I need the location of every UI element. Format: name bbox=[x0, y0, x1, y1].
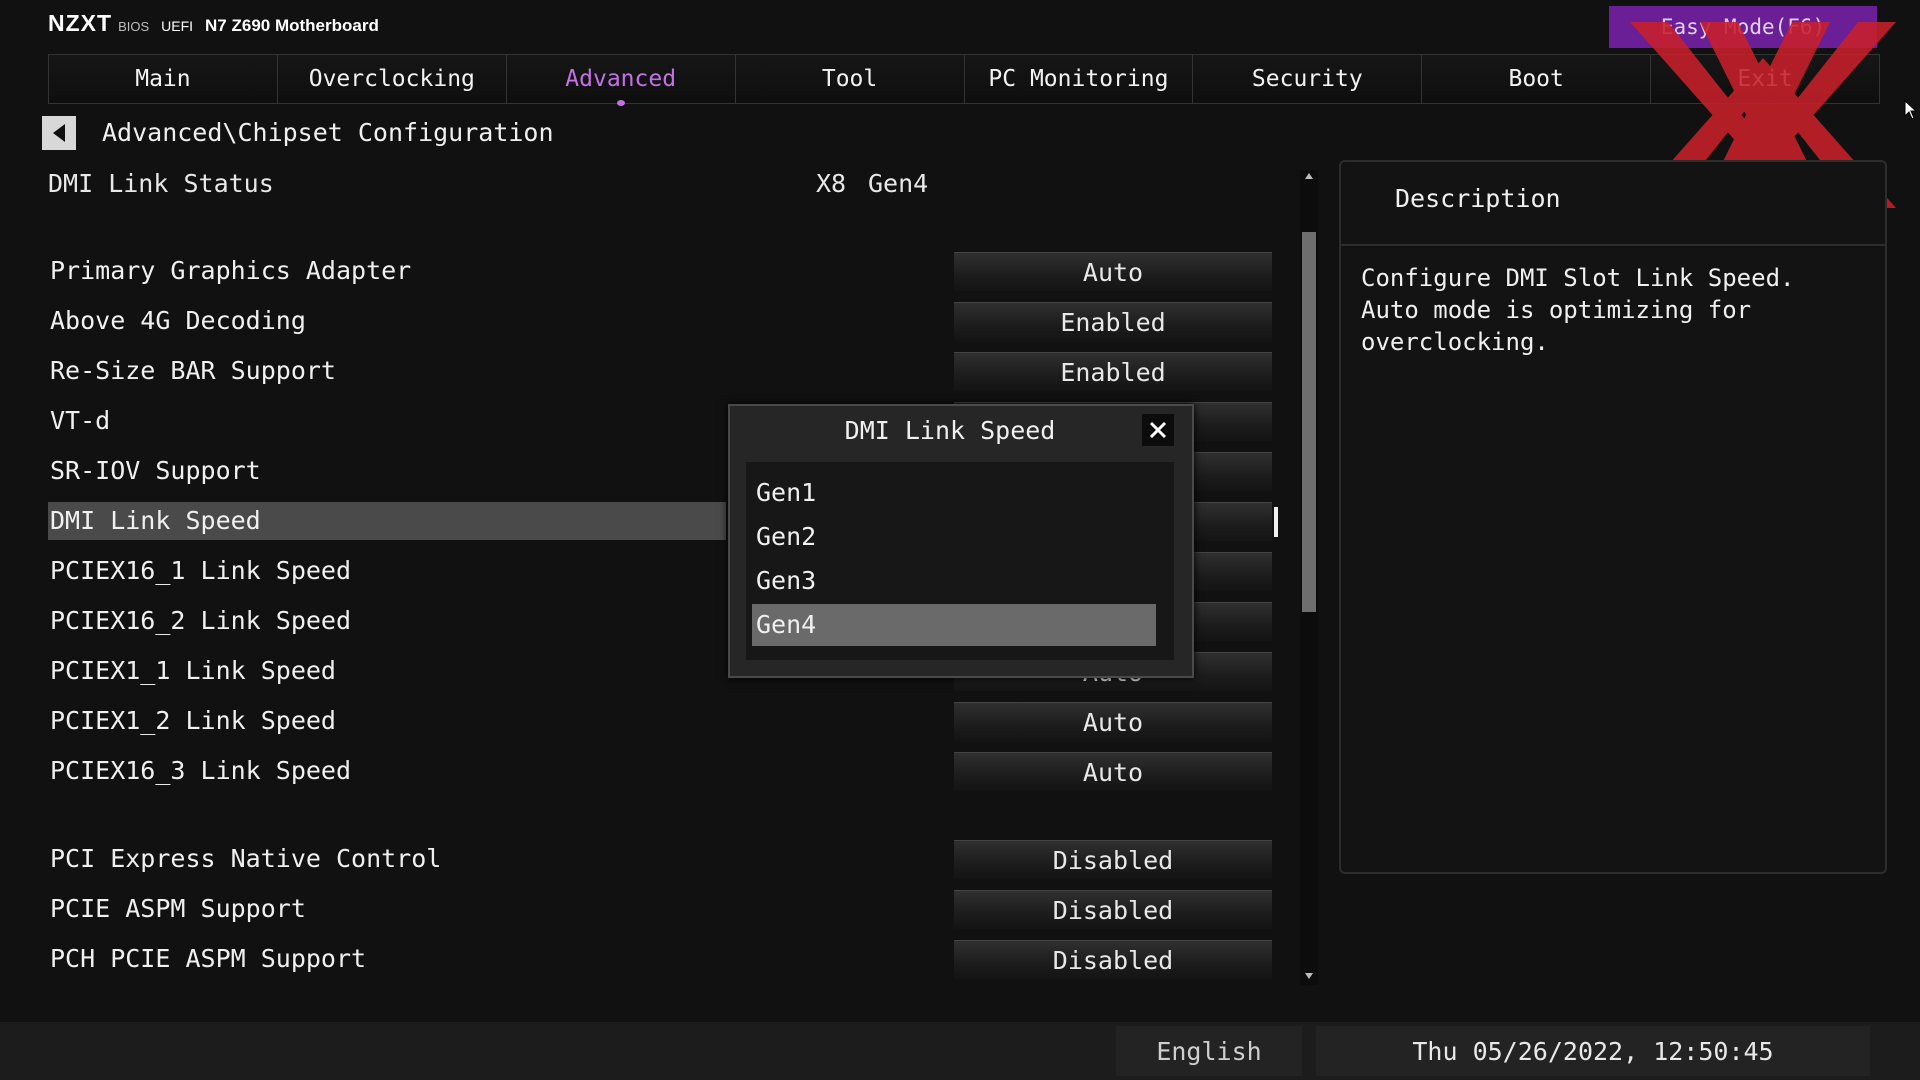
popup-option-gen4[interactable]: Gen4 bbox=[752, 604, 1156, 646]
dmi-link-speed-popup: DMI Link Speed Gen1 Gen2 Gen3 Gen4 bbox=[728, 404, 1194, 678]
board-name: N7 Z690 Motherboard bbox=[205, 16, 379, 35]
setting-label[interactable]: PCIEX1_2 Link Speed bbox=[48, 702, 336, 740]
setting-value-button[interactable]: Enabled bbox=[954, 302, 1272, 341]
datetime-display: Thu 05/26/2022, 12:50:45 bbox=[1316, 1026, 1870, 1076]
setting-value-button[interactable]: Auto bbox=[954, 252, 1272, 291]
tab-overclocking[interactable]: Overclocking bbox=[276, 54, 506, 104]
tab-pc-monitoring[interactable]: PC Monitoring bbox=[963, 54, 1193, 104]
scroll-down-icon[interactable] bbox=[1303, 970, 1315, 982]
setting-label[interactable]: Re-Size BAR Support bbox=[48, 352, 336, 390]
setting-label[interactable]: PCIEX16_2 Link Speed bbox=[48, 602, 351, 640]
setting-label[interactable]: PCH PCIE ASPM Support bbox=[48, 940, 366, 978]
uefi-label: UEFI bbox=[161, 18, 194, 34]
language-selector[interactable]: English bbox=[1116, 1026, 1302, 1076]
bios-screen: NZXT BIOS UEFI N7 Z690 Motherboard Easy … bbox=[0, 0, 1920, 1080]
setting-value-button[interactable]: Disabled bbox=[954, 840, 1272, 879]
setting-label[interactable]: PCIE ASPM Support bbox=[48, 890, 306, 928]
back-button[interactable] bbox=[42, 116, 76, 150]
setting-label[interactable]: PCIEX16_1 Link Speed bbox=[48, 552, 351, 590]
popup-option-gen2[interactable]: Gen2 bbox=[752, 516, 1156, 558]
tab-boot[interactable]: Boot bbox=[1421, 54, 1651, 104]
close-icon bbox=[1149, 421, 1167, 439]
tab-exit[interactable]: Exit bbox=[1650, 54, 1880, 104]
dmi-link-width: X8 bbox=[816, 169, 847, 198]
setting-value-button[interactable]: Auto bbox=[954, 702, 1272, 741]
setting-value-button[interactable]: Disabled bbox=[954, 890, 1272, 929]
tab-tool[interactable]: Tool bbox=[734, 54, 964, 104]
setting-value-button[interactable]: Disabled bbox=[954, 940, 1272, 979]
nzxt-logo: NZXT bbox=[48, 10, 113, 36]
bios-label: BIOS bbox=[118, 19, 150, 34]
brand-header: NZXT BIOS UEFI N7 Z690 Motherboard bbox=[48, 10, 379, 42]
scrollbar-thumb[interactable] bbox=[1302, 232, 1316, 612]
breadcrumb: Advanced\Chipset Configuration bbox=[102, 118, 554, 147]
dmi-link-gen: Gen4 bbox=[868, 169, 929, 198]
setting-label-selected[interactable]: DMI Link Speed bbox=[48, 502, 726, 540]
setting-label[interactable]: PCIEX16_3 Link Speed bbox=[48, 752, 351, 790]
setting-label[interactable]: Above 4G Decoding bbox=[48, 302, 306, 340]
popup-option-gen1[interactable]: Gen1 bbox=[752, 472, 1156, 514]
popup-option-gen3[interactable]: Gen3 bbox=[752, 560, 1156, 602]
close-button[interactable] bbox=[1142, 414, 1174, 446]
scroll-up-icon[interactable] bbox=[1303, 170, 1315, 182]
dmi-link-status-label: DMI Link Status bbox=[48, 169, 274, 198]
setting-label[interactable]: PCI Express Native Control bbox=[48, 840, 441, 878]
setting-label[interactable]: SR-IOV Support bbox=[48, 452, 261, 490]
tab-advanced[interactable]: Advanced bbox=[505, 54, 735, 106]
main-tabs: Main Overclocking Advanced Tool PC Monit… bbox=[48, 54, 1880, 106]
popup-option-list: Gen1 Gen2 Gen3 Gen4 bbox=[746, 462, 1174, 660]
description-title: Description bbox=[1395, 184, 1561, 213]
tab-security[interactable]: Security bbox=[1192, 54, 1422, 104]
popup-title: DMI Link Speed bbox=[844, 416, 1056, 445]
setting-label[interactable]: VT-d bbox=[48, 402, 110, 440]
tab-main[interactable]: Main bbox=[48, 54, 277, 104]
setting-label[interactable]: PCIEX1_1 Link Speed bbox=[48, 652, 336, 690]
setting-label[interactable]: Primary Graphics Adapter bbox=[48, 252, 411, 290]
easy-mode-button[interactable]: Easy Mode(F6) bbox=[1609, 6, 1877, 48]
setting-value-button[interactable]: Enabled bbox=[954, 352, 1272, 391]
setting-value-button[interactable]: Auto bbox=[954, 752, 1272, 791]
description-text: Configure DMI Slot Link Speed. Auto mode… bbox=[1361, 264, 1795, 356]
back-arrow-icon bbox=[53, 124, 65, 142]
mouse-cursor-icon bbox=[1904, 100, 1918, 120]
description-panel: Description Configure DMI Slot Link Spee… bbox=[1339, 160, 1887, 874]
description-header: Description bbox=[1341, 162, 1885, 246]
